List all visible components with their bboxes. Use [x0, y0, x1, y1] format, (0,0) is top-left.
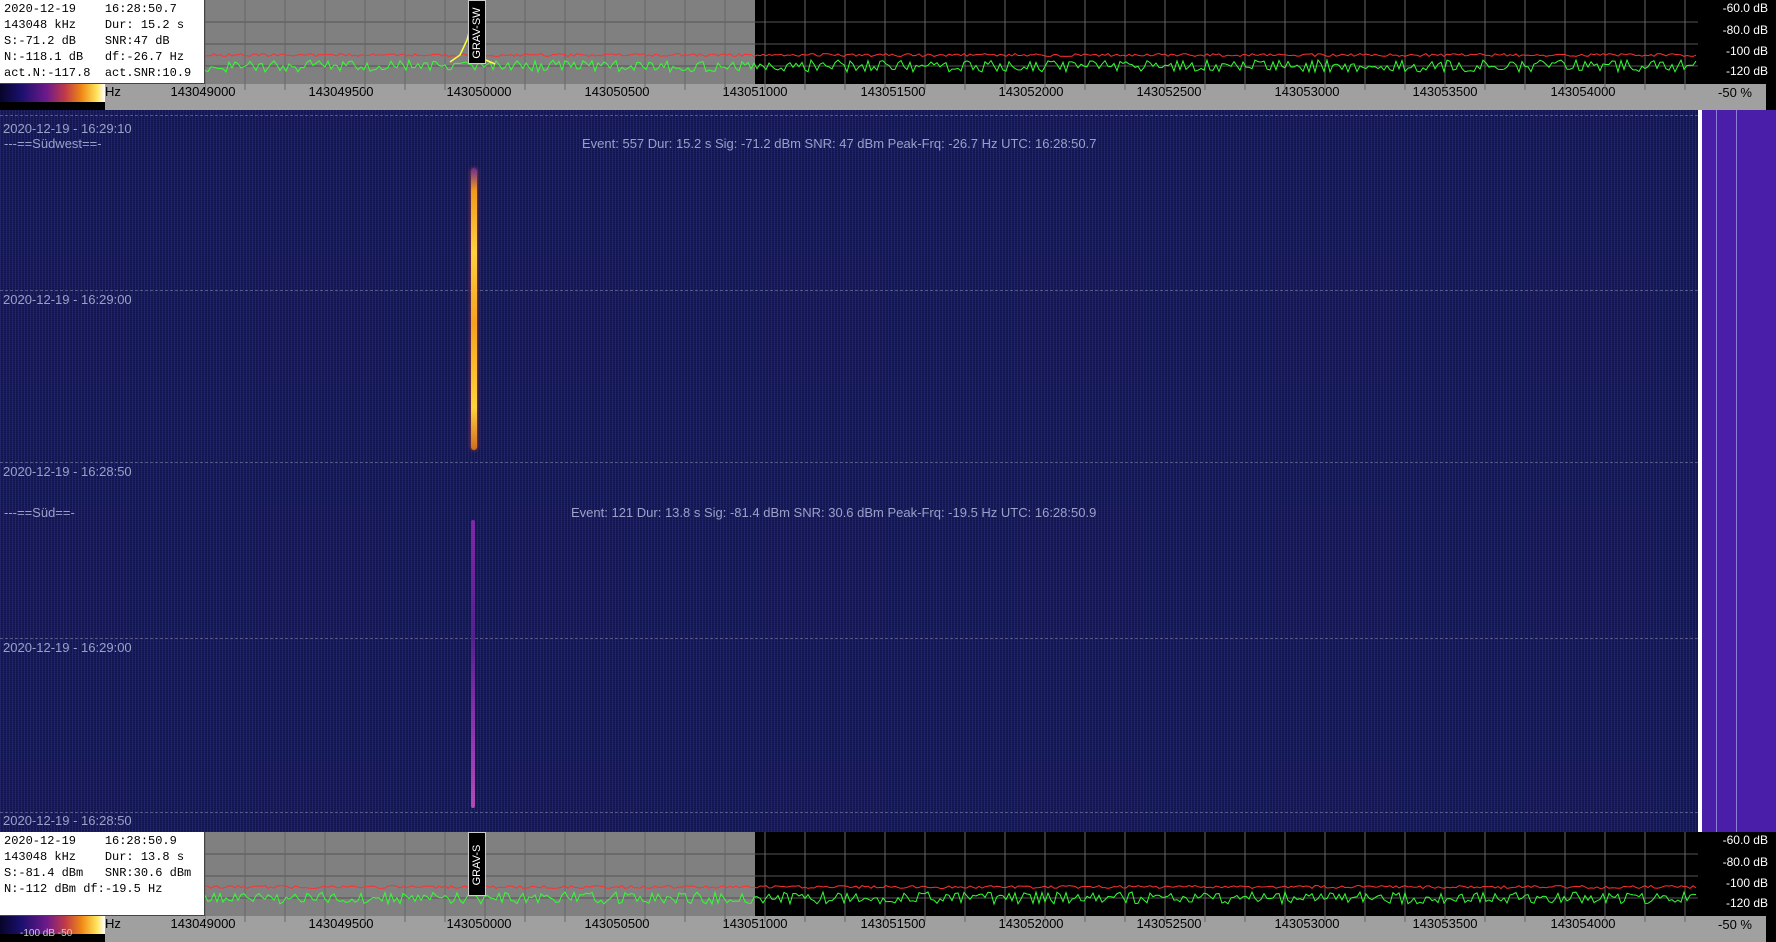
- spectrum-panel-bottom: 2020-12-19 16:28:50.9 143048 kHz Dur: 13.…: [0, 832, 1776, 942]
- waterfall-timestamp: 2020-12-19 - 16:29:00: [3, 640, 132, 655]
- marker-label: GRAV-S: [468, 832, 486, 896]
- level-strip: [1698, 110, 1776, 832]
- db-scale: -60.0 dB -80.0 dB -100 dB -120 dB -50 %: [1696, 832, 1776, 942]
- waterfall-timestamp: 2020-12-19 - 16:29:10: [3, 121, 132, 136]
- waterfall-timestamp: 2020-12-19 - 16:29:00: [3, 292, 132, 307]
- color-scale-label: -100 dB -50: [20, 928, 73, 939]
- meteor-echo-trace: [471, 520, 475, 808]
- meteor-echo-trace: [471, 168, 477, 450]
- percent-label: -50 %: [1696, 84, 1766, 110]
- waterfall-display: 2020-12-19 - 16:29:10 ---==Südwest==- Ev…: [0, 110, 1698, 832]
- station-label: ---==Südwest==-: [4, 136, 102, 151]
- color-scale-bar: [0, 84, 105, 102]
- spectrum-panel-top: 2020-12-19 16:28:50.7 143048 kHz Dur: 15.…: [0, 0, 1776, 110]
- event-caption: Event: 557 Dur: 15.2 s Sig: -71.2 dBm SN…: [582, 136, 1097, 151]
- event-info-box: 2020-12-19 16:28:50.9 143048 kHz Dur: 13.…: [0, 832, 205, 916]
- spectrum-traces: [205, 0, 1698, 90]
- event-caption: Event: 121 Dur: 13.8 s Sig: -81.4 dBm SN…: [571, 505, 1097, 520]
- waterfall-timestamp: 2020-12-19 - 16:28:50: [3, 813, 132, 828]
- marker-label: GRAV-SW: [468, 0, 486, 64]
- spectrum-traces: [205, 832, 1698, 922]
- station-label: ---==Süd==-: [4, 505, 75, 520]
- db-scale: -60.0 dB -80.0 dB -100 dB -120 dB -50 %: [1696, 0, 1776, 110]
- percent-label: -50 %: [1696, 916, 1766, 942]
- waterfall-timestamp: 2020-12-19 - 16:28:50: [3, 464, 132, 479]
- event-info-box: 2020-12-19 16:28:50.7 143048 kHz Dur: 15.…: [0, 0, 205, 84]
